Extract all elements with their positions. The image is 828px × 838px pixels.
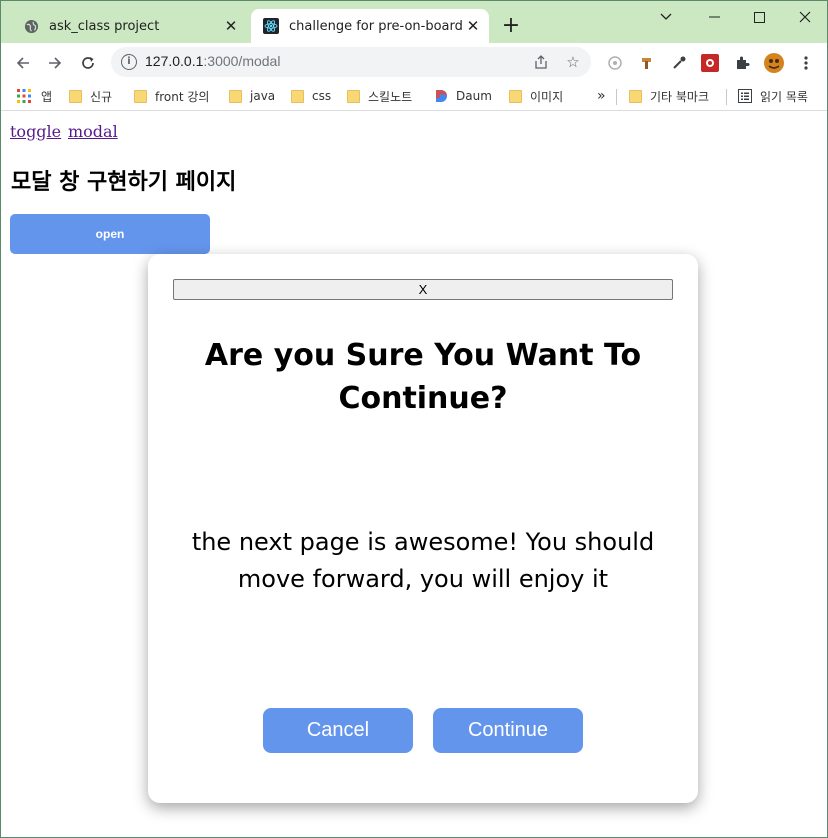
- extension-circle-icon[interactable]: [604, 52, 626, 74]
- bookmark-folder[interactable]: css: [291, 86, 331, 106]
- bookmark-folder[interactable]: 신규: [69, 86, 112, 106]
- folder-icon: [347, 89, 360, 103]
- url-text: 127.0.0.1:3000/modal: [145, 53, 280, 69]
- bookmark-daum[interactable]: Daum: [435, 86, 492, 106]
- url-path: :3000/modal: [203, 53, 281, 69]
- cancel-button[interactable]: Cancel: [263, 708, 413, 753]
- tab-ask-class-project[interactable]: ask_class project ✕: [11, 9, 247, 43]
- browser-toolbar: i 127.0.0.1:3000/modal ☆: [1, 43, 827, 81]
- tab-title: challenge for pre-on-board: [289, 18, 463, 34]
- avatar[interactable]: [763, 52, 785, 74]
- star-bookmark-icon[interactable]: ☆: [563, 52, 583, 72]
- nav-link-modal[interactable]: modal: [68, 122, 118, 141]
- reading-list-icon: [738, 89, 752, 103]
- bookmark-folder[interactable]: 스킬노트: [347, 86, 412, 106]
- page-content: toggle modal 모달 창 구현하기 페이지 open X Are yo…: [1, 112, 827, 837]
- folder-icon: [134, 89, 147, 103]
- modal-dialog: X Are you Sure You Want To Continue? the…: [148, 254, 698, 803]
- open-button[interactable]: open: [10, 214, 210, 254]
- react-icon: [263, 18, 279, 34]
- folder-icon: [229, 89, 242, 103]
- folder-icon: [629, 89, 642, 103]
- address-bar[interactable]: i 127.0.0.1:3000/modal ☆: [111, 47, 591, 77]
- modal-footer: Cancel Continue: [148, 708, 698, 754]
- bookmark-folder[interactable]: front 강의: [134, 86, 209, 106]
- folder-icon: [509, 89, 522, 103]
- share-icon[interactable]: [531, 52, 551, 72]
- bookmark-label: 이미지: [530, 89, 564, 104]
- window-close-icon[interactable]: [782, 5, 827, 29]
- maximize-icon[interactable]: [736, 5, 782, 29]
- new-tab-plus-icon[interactable]: +: [499, 15, 523, 39]
- tab-bar: ask_class project ✕ challenge for pre-on…: [1, 1, 827, 43]
- reading-list-button[interactable]: 읽기 목록: [738, 86, 808, 106]
- chevron-down-icon[interactable]: [643, 5, 689, 29]
- kebab-menu-icon[interactable]: [795, 52, 817, 74]
- url-host: 127.0.0.1: [145, 53, 204, 69]
- info-icon[interactable]: i: [121, 54, 137, 70]
- extension-hammer-icon[interactable]: [636, 52, 658, 74]
- extension-red-icon[interactable]: [699, 52, 721, 74]
- bookmark-label: 앱: [41, 89, 53, 104]
- bookmark-label: 기타 북마크: [650, 89, 710, 104]
- apps-grid-icon: [17, 89, 31, 103]
- divider: [726, 89, 727, 105]
- modal-close-button[interactable]: X: [173, 279, 673, 300]
- bookmark-label: Daum: [456, 89, 492, 103]
- divider: [616, 89, 617, 105]
- reload-icon[interactable]: [74, 49, 102, 77]
- close-icon[interactable]: ✕: [463, 16, 483, 36]
- daum-icon: [435, 89, 448, 103]
- nav-link-toggle[interactable]: toggle: [10, 122, 61, 141]
- modal-title: Are you Sure You Want To Continue?: [204, 338, 642, 416]
- bookmark-folder[interactable]: java: [229, 86, 275, 106]
- browser-window: ask_class project ✕ challenge for pre-on…: [0, 0, 828, 838]
- tab-title: ask_class project: [49, 18, 160, 34]
- continue-button[interactable]: Continue: [433, 708, 583, 753]
- minimize-icon[interactable]: [691, 5, 737, 29]
- back-arrow-icon[interactable]: [9, 49, 37, 77]
- bookmark-label: front 강의: [155, 89, 210, 104]
- color-picker-icon[interactable]: [668, 52, 690, 74]
- page-title: 모달 창 구현하기 페이지: [11, 170, 237, 195]
- folder-icon: [69, 89, 82, 103]
- modal-body-text: the next page is awesome! You should mov…: [191, 528, 655, 593]
- bookmark-label: 신규: [90, 89, 113, 104]
- bookmark-folder[interactable]: 이미지: [509, 86, 563, 106]
- reading-list-label: 읽기 목록: [760, 89, 808, 104]
- bookmark-apps[interactable]: 앱: [17, 86, 52, 106]
- bookmark-label: java: [250, 89, 276, 103]
- bookmarks-bar: 앱 신규 front 강의 java css 스킬노트 Daum 이미지 » 기…: [1, 81, 827, 111]
- tab-challenge[interactable]: challenge for pre-on-board ✕: [251, 9, 489, 43]
- bookmark-label: css: [312, 89, 332, 103]
- forward-arrow-icon[interactable]: [41, 49, 69, 77]
- globe-icon: [23, 18, 39, 34]
- bookmark-label: 스킬노트: [368, 89, 413, 104]
- folder-icon: [291, 89, 304, 103]
- bookmark-other[interactable]: 기타 북마크: [629, 86, 709, 106]
- close-icon[interactable]: ✕: [221, 16, 241, 36]
- puzzle-extensions-icon[interactable]: [731, 52, 753, 74]
- bookmarks-overflow-button[interactable]: »: [597, 86, 606, 106]
